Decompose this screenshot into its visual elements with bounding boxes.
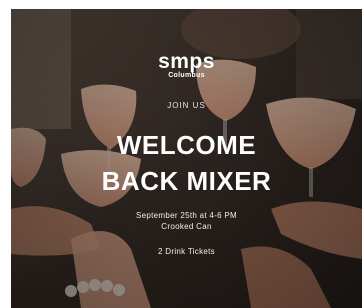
event-tickets: 2 Drink Tickets: [158, 247, 215, 256]
eyebrow-text: JOIN US: [167, 101, 206, 110]
event-title-line-1: WELCOME: [116, 130, 257, 160]
event-flyer: smps Columbus JOIN US WELCOME BACK MIXER…: [11, 9, 362, 308]
logo-subtitle: Columbus: [168, 72, 205, 79]
event-venue: Crooked Can: [161, 222, 212, 231]
smps-logo: smps: [158, 50, 215, 73]
event-date-time: September 25th at 4-6 PM: [135, 211, 238, 220]
event-title-line-2: BACK MIXER: [101, 166, 272, 196]
